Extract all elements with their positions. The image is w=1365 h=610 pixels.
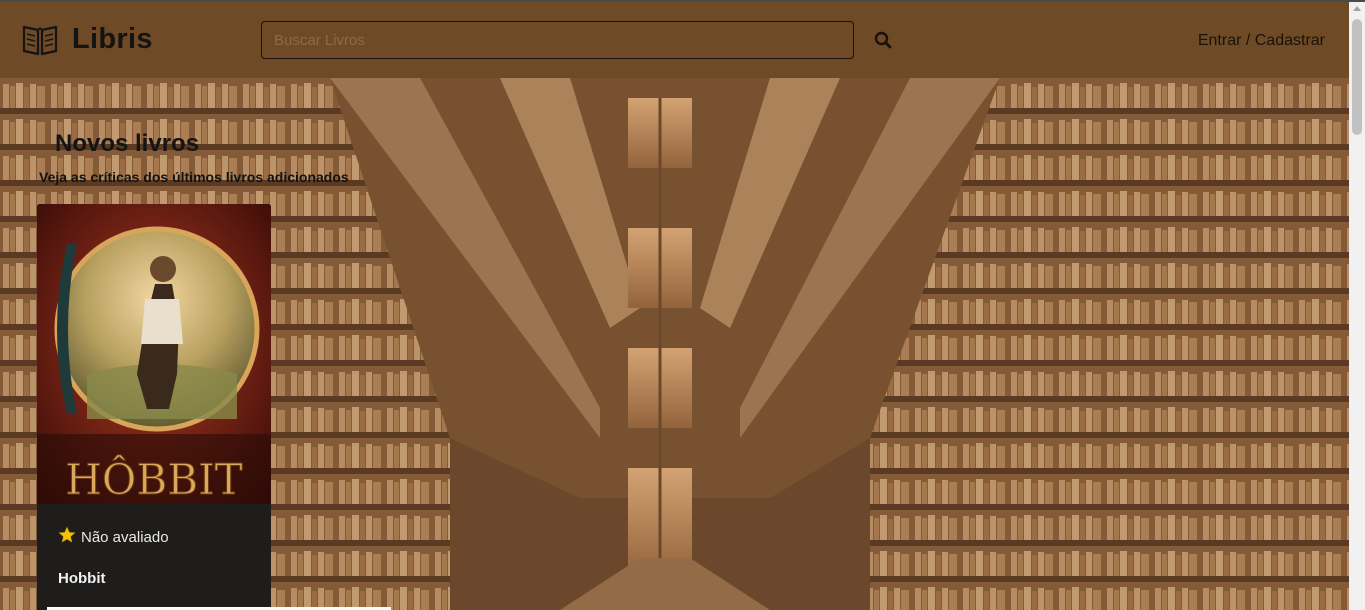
book-title[interactable]: Hobbit bbox=[58, 570, 105, 587]
open-book-icon bbox=[22, 22, 58, 56]
vertical-scrollbar[interactable] bbox=[1349, 2, 1365, 610]
book-cover-image: HÔBBIT bbox=[37, 204, 271, 504]
brand-logo[interactable]: Libris bbox=[22, 22, 153, 56]
book-card[interactable]: HÔBBIT Não avaliado Hobbit bbox=[37, 204, 271, 610]
search-button[interactable] bbox=[870, 29, 896, 55]
navbar: Libris Entrar / Cadastrar bbox=[0, 2, 1349, 78]
rating-label: Não avaliado bbox=[81, 528, 169, 546]
section-subtitle: Veja as críticas dos últimos livros adic… bbox=[39, 169, 349, 185]
search-input[interactable] bbox=[261, 21, 854, 59]
search-icon bbox=[874, 31, 892, 54]
hero-section: Novos livros Veja as críticas dos último… bbox=[0, 78, 1349, 610]
login-signup-link[interactable]: Entrar / Cadastrar bbox=[1198, 32, 1325, 50]
book-rating: Não avaliado bbox=[58, 526, 169, 548]
section-title: Novos livros bbox=[55, 130, 200, 157]
star-icon bbox=[58, 526, 76, 548]
scroll-thumb[interactable] bbox=[1352, 19, 1362, 135]
scroll-up-arrow[interactable] bbox=[1353, 6, 1361, 11]
brand-name: Libris bbox=[72, 22, 153, 55]
book-cover-title: HÔBBIT bbox=[65, 454, 242, 504]
